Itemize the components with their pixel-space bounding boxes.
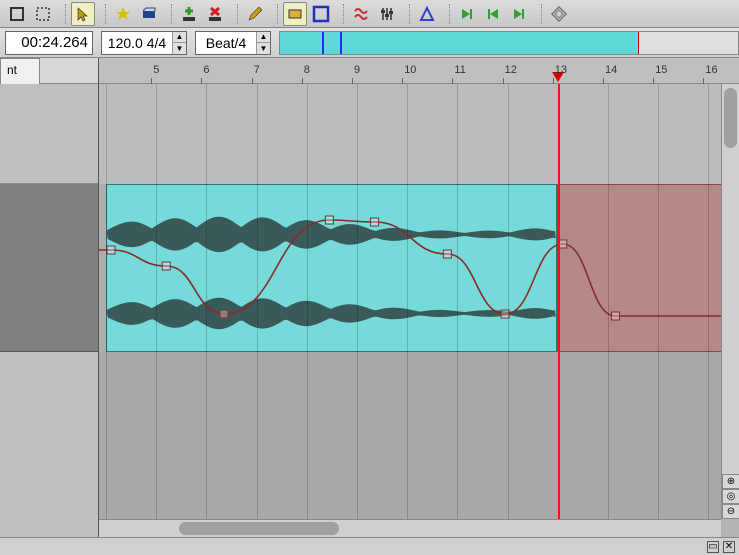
clip-tool-icon[interactable] [137, 2, 161, 26]
track-header-column: nt [0, 58, 99, 537]
gridline [708, 84, 709, 519]
gridline [457, 84, 458, 519]
track-tab[interactable]: nt [0, 58, 40, 84]
zoom-in-v-icon[interactable]: ⊕ [722, 474, 739, 489]
audio-track-header[interactable] [0, 184, 98, 352]
select-rect-icon[interactable] [5, 2, 29, 26]
waveform [107, 185, 556, 351]
gridline [156, 84, 157, 519]
ruler-tick: 5 [153, 64, 159, 76]
spacer-lane-1 [99, 84, 721, 184]
audio-lane[interactable] [99, 184, 721, 352]
ruler-tick: 8 [304, 64, 310, 76]
cursor-icon[interactable] [71, 2, 95, 26]
gridline [357, 84, 358, 519]
ruler-tick: 7 [254, 64, 260, 76]
ruler-tick: 12 [505, 64, 517, 76]
vertical-scrollbar[interactable]: ⊕ ◎ ⊖ [721, 84, 739, 519]
ruler-tick: 14 [605, 64, 617, 76]
toolbar [0, 0, 739, 28]
ruler-tick: 6 [203, 64, 209, 76]
marker-red[interactable] [638, 32, 639, 54]
twist-icon[interactable] [349, 2, 373, 26]
marker-blue-2[interactable] [340, 32, 342, 54]
ruler-tick: 9 [354, 64, 360, 76]
track-header-tabs: nt [0, 58, 98, 84]
ruler-tick: 13 [555, 64, 567, 76]
playhead[interactable] [558, 84, 560, 519]
gridline [206, 84, 207, 519]
gridline [658, 84, 659, 519]
skip-fwd-icon[interactable] [455, 2, 479, 26]
zoom-reset-v-icon[interactable]: ◎ [722, 489, 739, 504]
status-btn-2[interactable]: ✕ [723, 541, 735, 553]
tune-icon[interactable] [375, 2, 399, 26]
snap-field[interactable] [196, 35, 256, 51]
add-icon[interactable] [177, 2, 201, 26]
gridline [307, 84, 308, 519]
frame-icon[interactable] [309, 2, 333, 26]
status-bar: ▭ ✕ [0, 537, 739, 555]
diamond-icon[interactable] [547, 2, 571, 26]
gridline [608, 84, 609, 519]
ruler-tick: 15 [655, 64, 667, 76]
tempo-field[interactable] [102, 35, 172, 51]
spacer-lane-2 [99, 352, 721, 519]
time-ruler[interactable]: 5 6 7 8 9 10 11 12 13 14 15 16 [99, 58, 739, 84]
time-display[interactable]: 00:24.264 [5, 31, 93, 55]
audio-clip[interactable] [106, 184, 557, 352]
metronome-icon[interactable] [415, 2, 439, 26]
delete-icon[interactable] [203, 2, 227, 26]
play-fwd-icon[interactable] [507, 2, 531, 26]
marker-blue-1[interactable] [322, 32, 324, 54]
track-header-spacer [0, 84, 98, 184]
ruler-tick: 10 [404, 64, 416, 76]
transport-bar: 00:24.264 ▲▼ ▲▼ [0, 28, 739, 58]
snap-spin[interactable]: ▲▼ [256, 32, 270, 54]
marker-region [280, 32, 638, 54]
tempo-signature[interactable]: ▲▼ [101, 31, 187, 55]
gridline [407, 84, 408, 519]
hscroll-thumb[interactable] [179, 522, 339, 535]
status-btn-1[interactable]: ▭ [707, 541, 719, 553]
eraser-icon[interactable] [283, 2, 307, 26]
gridline [257, 84, 258, 519]
gridline [508, 84, 509, 519]
zoom-out-v-icon[interactable]: ⊖ [722, 504, 739, 519]
vscroll-thumb[interactable] [724, 88, 737, 148]
editor-area: nt 5 6 7 8 9 10 11 12 13 14 15 16 ⊕ ◎ [0, 58, 739, 537]
ruler-tick: 16 [705, 64, 717, 76]
skip-back-icon[interactable] [481, 2, 505, 26]
marker-lane[interactable] [279, 31, 739, 55]
horizontal-scrollbar[interactable] [99, 519, 721, 537]
gridline [106, 84, 107, 519]
tracks-area[interactable] [99, 84, 721, 519]
post-region[interactable] [557, 184, 721, 352]
pencil-icon[interactable] [243, 2, 267, 26]
snap-select[interactable]: ▲▼ [195, 31, 271, 55]
spark-icon[interactable] [111, 2, 135, 26]
ruler-tick: 11 [454, 64, 465, 76]
tempo-spin[interactable]: ▲▼ [172, 32, 186, 54]
canvas: 5 6 7 8 9 10 11 12 13 14 15 16 ⊕ ◎ ⊖ [99, 58, 739, 537]
select-dotted-icon[interactable] [31, 2, 55, 26]
